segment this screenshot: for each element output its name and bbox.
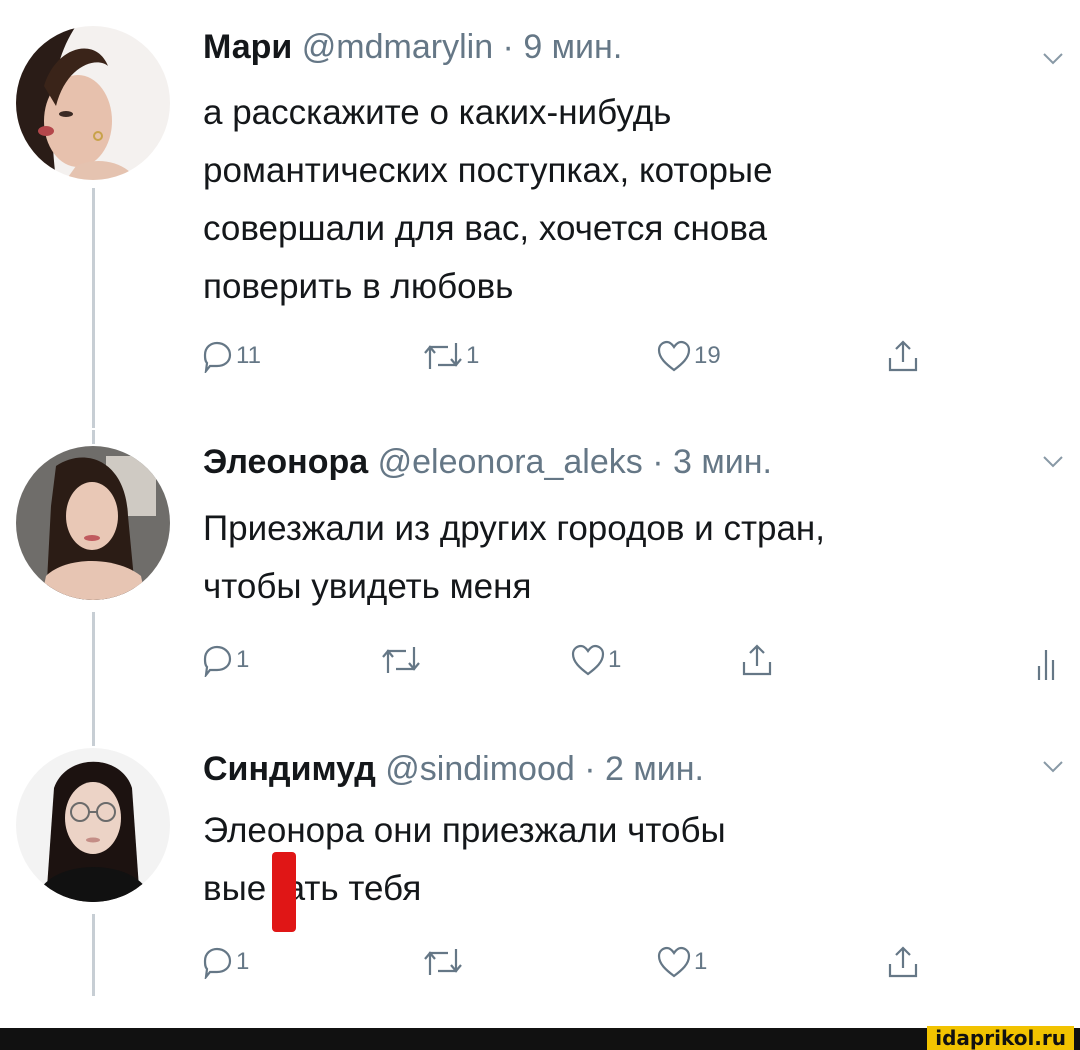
avatar-image-eleonora [16,446,170,600]
chevron-down-icon[interactable] [1042,455,1064,469]
timestamp[interactable]: 3 мин. [673,443,772,481]
watermark: idaprikol.ru [927,1026,1074,1050]
avatar[interactable] [16,26,170,180]
reply-icon [203,645,232,677]
stats-icon[interactable] [1036,646,1056,680]
share-button[interactable] [886,336,920,376]
censor-mark [272,852,296,932]
author-name[interactable]: Элеонора [203,443,368,481]
thread-line-top [92,430,95,444]
separator: · [574,750,605,788]
chevron-down-icon[interactable] [1042,52,1064,66]
share-icon [888,340,918,372]
reply-button[interactable]: 1 [200,942,249,982]
tweet-actions: 11 1 19 [200,336,960,376]
author-name[interactable]: Мари [203,28,292,66]
thread-line [92,612,95,734]
avatar-image-mari [16,26,170,180]
reply-icon [203,947,232,979]
like-count: 19 [694,342,721,369]
avatar[interactable] [16,748,170,902]
tweet-text: а расскажите о каких-нибудь романтически… [203,84,773,316]
share-button[interactable] [886,942,920,982]
share-icon [742,644,772,676]
like-icon [657,946,691,978]
like-button[interactable]: 1 [570,640,621,680]
retweet-icon [424,949,462,975]
timestamp[interactable]: 2 мин. [605,750,704,788]
share-icon [888,946,918,978]
retweet-icon [424,343,462,369]
tweet-header: Мари @mdmarylin · 9 мин. [203,28,622,67]
tweet-text-line: совершали для вас, хочется снова [203,209,767,248]
reply-count: 1 [236,948,250,975]
author-handle[interactable]: @mdmarylin [302,28,493,66]
reply-count: 11 [236,342,261,369]
retweet-button[interactable] [380,640,424,680]
avatar-image-sindimood [16,748,170,902]
thread-line [92,188,95,428]
separator: · [493,28,524,66]
footer-bar [0,1028,1080,1050]
thread-line-top [92,734,95,746]
chevron-down-icon[interactable] [1042,760,1064,774]
like-icon [657,340,691,372]
share-button[interactable] [740,640,774,680]
tweet-text-line: поверить в любовь [203,267,514,306]
reply-button[interactable]: 11 [200,336,261,376]
like-count: 1 [694,948,708,975]
reply-count: 1 [236,646,250,673]
like-icon [571,644,605,676]
author-handle[interactable]: @eleonora_aleks [378,443,643,481]
tweet-text-line: чтобы увидеть меня [203,567,532,606]
timestamp[interactable]: 9 мин. [523,28,622,66]
tweet-text: Приезжали из других городов и стран, что… [203,500,825,616]
tweet-actions: 1 1 [200,942,960,982]
tweet-text-line: а расскажите о каких-нибудь [203,93,672,132]
like-button[interactable]: 19 [656,336,721,376]
retweet-button[interactable]: 1 [422,336,479,376]
like-button[interactable]: 1 [656,942,707,982]
retweet-button[interactable] [422,942,466,982]
thread-line [92,914,95,996]
like-count: 1 [608,646,622,673]
author-name[interactable]: Синдимуд [203,750,376,788]
retweet-icon [382,647,420,673]
tweet-header: Синдимуд @sindimood · 2 мин. [203,750,704,789]
tweet-actions: 1 1 [200,640,960,680]
separator: · [642,443,673,481]
retweet-count: 1 [466,342,480,369]
tweet-header: Элеонора @eleonora_aleks · 3 мин. [203,443,772,482]
tweet-text-line: Приезжали из других городов и стран, [203,509,825,548]
reply-button[interactable]: 1 [200,640,249,680]
reply-icon [203,341,232,373]
tweet-text-line: романтических поступках, которые [203,151,773,190]
avatar[interactable] [16,446,170,600]
author-handle[interactable]: @sindimood [385,750,575,788]
